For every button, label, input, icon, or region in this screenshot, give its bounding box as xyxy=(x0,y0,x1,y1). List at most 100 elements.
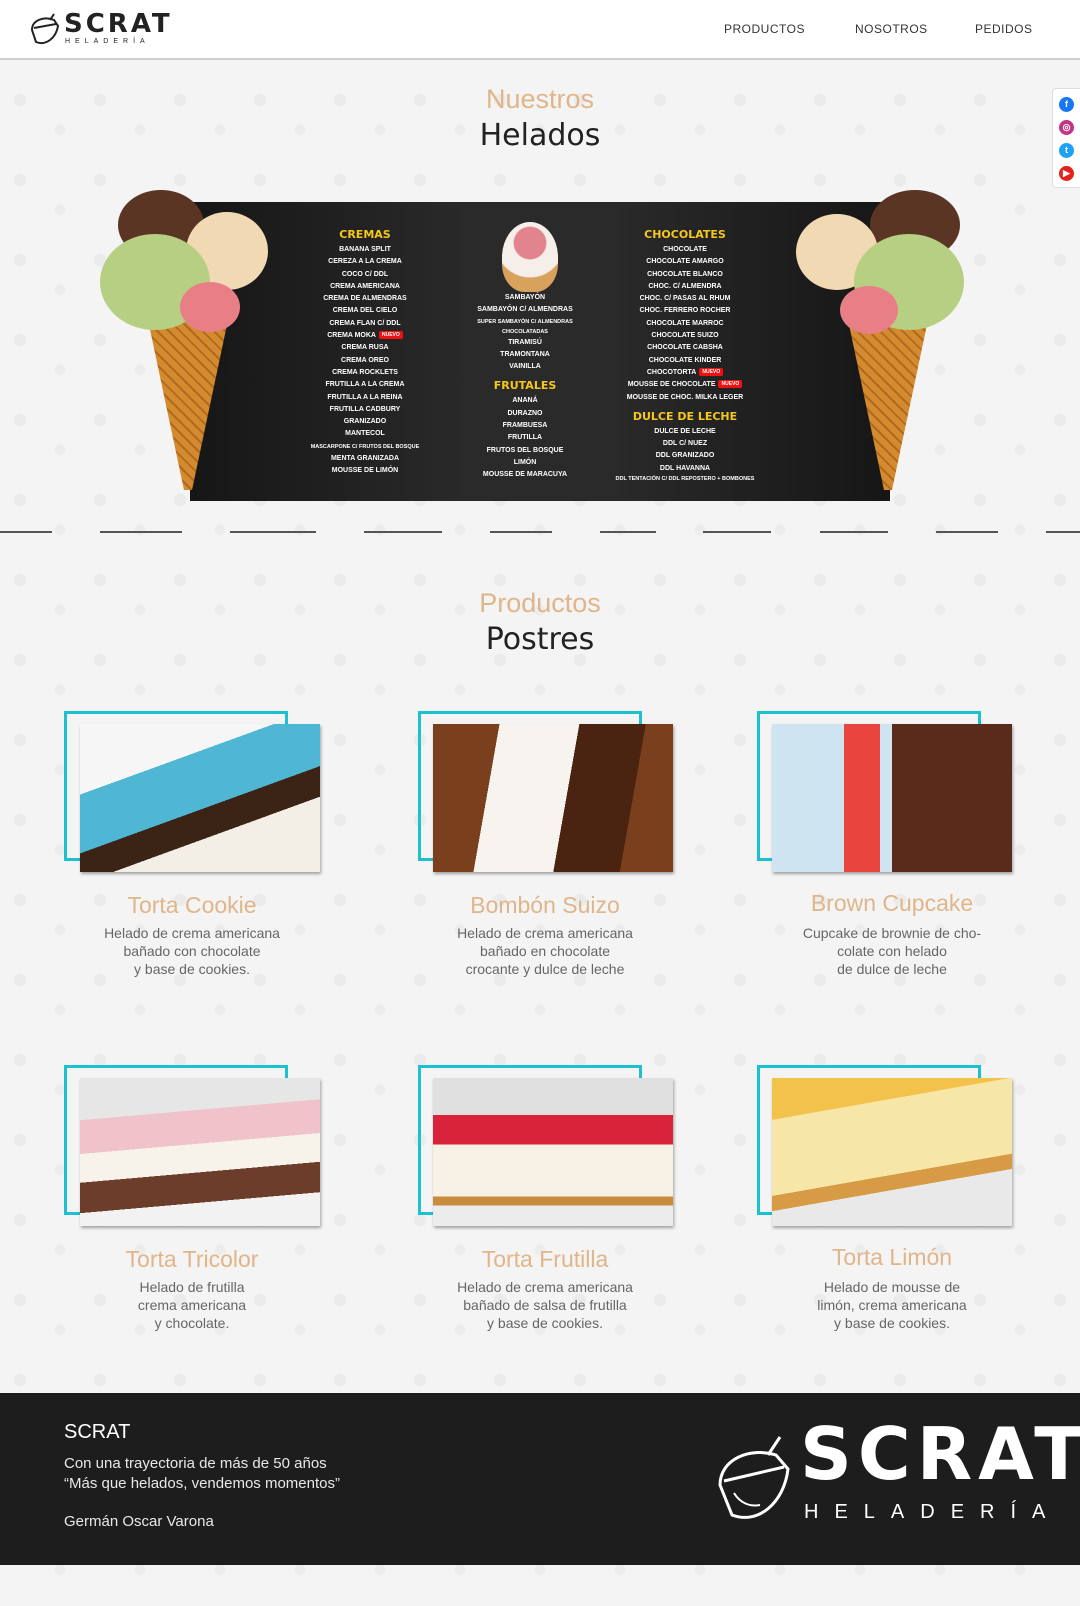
footer-tagline: Con una trayectoria de más de 50 años xyxy=(64,1455,327,1472)
flavor-item: CHOCOTORTA NUEVO xyxy=(610,367,760,379)
torta-limon-image xyxy=(772,1078,1012,1226)
footer-author: Germán Oscar Varona xyxy=(64,1513,214,1530)
flavor-item: FRAMBUESA xyxy=(502,422,548,430)
torta-tricolor-image xyxy=(80,1078,320,1226)
brown-cupcake-image xyxy=(772,724,1012,872)
footer-quote: “Más que helados, vendemos momentos” xyxy=(64,1475,340,1492)
ice-cream-cone-image xyxy=(796,190,964,500)
flavor-item: CHOCOLATE AMARGO xyxy=(646,258,724,266)
flavor-item: MOUSSE DE CHOC. MILKA LEGER xyxy=(626,393,744,401)
flavor-item: CREMA DEL CIELO xyxy=(332,307,398,315)
flavor-item: FRUTILLA A LA CREMA xyxy=(325,381,405,389)
flavor-item: CHOCOLATE KINDER xyxy=(648,356,722,364)
product-name: Torta Tricolor xyxy=(125,1246,259,1272)
acorn-logo-icon xyxy=(718,1436,790,1519)
helados-title: Helados xyxy=(479,118,601,153)
flavor-item: SAMBAYÓN xyxy=(504,294,546,301)
nav-productos[interactable]: PRODUCTOS xyxy=(724,22,805,36)
flavor-item: ANANÁ xyxy=(512,397,538,405)
flavor-item: TIRAMISÚ xyxy=(508,338,542,346)
flavor-item: LIMÓN xyxy=(513,458,537,466)
menu-heading-chocolates: CHOCOLATES xyxy=(644,228,726,241)
flavor-item: DURAZNO xyxy=(507,409,543,417)
flavor-item: TRAMONTANA xyxy=(500,350,550,358)
product-description: Cupcake de brownie de cho- colate con he… xyxy=(802,925,982,977)
flavor-item: DULCE DE LECHE xyxy=(654,427,716,435)
product-description: Helado de frutilla crema americana y cho… xyxy=(137,1279,247,1331)
footer-brand: SCRAT xyxy=(800,1412,1080,1496)
product-name: Torta Cookie xyxy=(127,892,257,918)
product-name: Brown Cupcake xyxy=(810,890,974,916)
flavor-item: MENTA GRANIZADA xyxy=(330,454,400,462)
menu-heading-frutales: FRUTALES xyxy=(493,379,557,393)
menu-heading-ddl: DULCE DE LECHE xyxy=(632,409,738,423)
flavor-item: FRUTOS DEL BOSQUE xyxy=(486,446,564,454)
product-name: Bombón Suizo xyxy=(470,892,620,918)
flavor-item: DDL TENTACIÓN C/ DDL REPOSTERO + BOMBONE… xyxy=(615,476,755,483)
flavors-menu-board: CREMAS BANANA SPLIT CEREZA A LA CREMA CO… xyxy=(190,202,890,501)
product-name: Torta Frutilla xyxy=(481,1246,609,1272)
nuevo-badge: NUEVO xyxy=(699,368,724,377)
nav-nosotros[interactable]: NOSOTROS xyxy=(855,22,928,36)
menu-heading-cremas: CREMAS xyxy=(339,228,391,241)
footer-title: SCRAT xyxy=(64,1421,131,1443)
product-description: Helado de mousse de limón, crema america… xyxy=(817,1279,967,1331)
flavor-item: SAMBAYÓN C/ ALMENDRAS xyxy=(477,306,573,314)
logo-subtitle: HELADERÍA xyxy=(65,38,150,45)
product-description: Helado de crema americana bañado con cho… xyxy=(104,925,280,977)
flavor-item: CHOCOLATE MARROC xyxy=(646,319,724,327)
flavor-item: MOUSSE DE LIMÓN xyxy=(331,467,399,475)
ice-cream-cup-image xyxy=(502,222,558,292)
flavor-item: MASCARPONE C/ FRUTOS DEL BOSQUE xyxy=(310,443,420,450)
menu-center: SAMBAYÓN SAMBAYÓN C/ ALMENDRAS SUPER SAM… xyxy=(460,292,590,482)
logo-brand: SCRAT xyxy=(64,9,173,39)
flavor-item: MANTECOL xyxy=(345,430,385,438)
postres-kicker: Productos xyxy=(479,588,601,618)
flavor-item: CHOCOLATE SUIZO xyxy=(651,332,719,340)
flavor-item: CREMA DE ALMENDRAS xyxy=(323,295,407,303)
flavor-item: CREMA OREO xyxy=(341,356,389,364)
ice-cream-cone-image xyxy=(100,190,268,500)
flavor-item: CHOC. FERRERO ROCHER xyxy=(639,307,731,315)
menu-cremas: CREMAS BANANA SPLIT CEREZA A LA CREMA CO… xyxy=(300,222,430,477)
footer-brand-subtitle: HELADERÍA xyxy=(804,1501,1062,1523)
product-description: Helado de crema americana bañado de sals… xyxy=(457,1279,633,1331)
flavor-item: MOUSSE DE CHOCOLATE NUEVO xyxy=(610,379,760,391)
nuevo-badge: NUEVO xyxy=(378,331,403,340)
flavor-item: CHOC. C/ PASAS AL RHUM xyxy=(639,295,731,303)
helados-kicker: Nuestros xyxy=(485,84,595,114)
flavor-item: DDL HAVANNA xyxy=(659,464,711,472)
flavor-item: CREMA MOKA NUEVO xyxy=(300,330,430,342)
flavor-item: BANANA SPLIT xyxy=(339,246,391,253)
flavor-item: COCO C/ DDL xyxy=(341,270,389,278)
flavor-item: CREMA AMERICANA xyxy=(330,282,400,290)
nav-pedidos[interactable]: PEDIDOS xyxy=(975,22,1033,36)
menu-chocolates: CHOCOLATES CHOCOLATE CHOCOLATE AMARGO CH… xyxy=(610,222,760,484)
flavor-item: VAINILLA xyxy=(509,363,541,371)
flavor-item: CHOCOLATE BLANCO xyxy=(647,270,723,278)
postres-title: Postres xyxy=(485,622,595,657)
nuevo-badge: NUEVO xyxy=(718,380,743,389)
flavor-item: CEREZA A LA CREMA xyxy=(328,258,402,266)
product-description: Helado de crema americana bañado en choc… xyxy=(457,925,633,977)
flavor-item: CHOCOLATE xyxy=(663,246,707,253)
site-header: SCRAT HELADERÍA PRODUCTOS NOSOTROS PEDID… xyxy=(0,0,1080,60)
logo-link[interactable]: SCRAT HELADERÍA xyxy=(28,10,170,50)
flavor-item: MOUSSE DE MARACUYA xyxy=(482,471,568,479)
product-name: Torta Limón xyxy=(831,1244,953,1270)
bombon-suizo-image xyxy=(433,724,673,872)
torta-frutilla-image xyxy=(433,1078,673,1226)
flavor-item: FRUTILLA xyxy=(507,434,543,442)
flavor-item: CHOC. C/ ALMENDRA xyxy=(648,282,722,290)
flavor-item: DDL C/ NUEZ xyxy=(662,440,708,448)
flavor-item: CREMA ROCKLETS xyxy=(332,368,398,376)
flavor-item: DDL GRANIZADO xyxy=(655,452,715,460)
youtube-icon[interactable]: ▶ xyxy=(1059,166,1074,181)
acorn-logo-icon xyxy=(30,13,60,44)
flavor-item: FRUTILLA A LA REINA xyxy=(327,393,403,401)
flavor-item: FRUTILLA CADBURY xyxy=(329,405,401,413)
flavor-item: CREMA RUSA xyxy=(341,344,389,352)
flavor-item: CREMA FLAN C/ DDL xyxy=(329,319,401,327)
flavor-item: CHOCOLATE CABSHA xyxy=(647,344,723,352)
torta-cookie-image xyxy=(80,724,320,872)
